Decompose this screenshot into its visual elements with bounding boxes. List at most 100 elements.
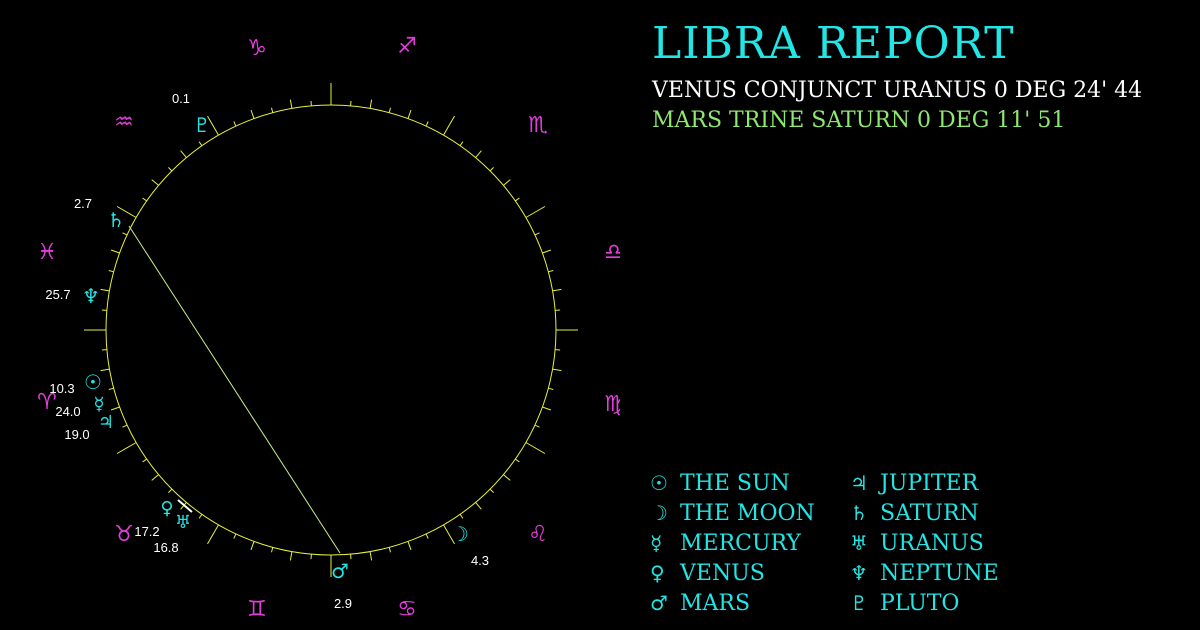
wheel-tick [425,121,429,127]
wheel-tick [425,533,429,539]
venus-degree-label: 17.2 [134,524,159,539]
wheel-tick [489,488,494,493]
wheel-tick [515,458,520,463]
wheel-major-tick [525,442,546,454]
legend-label: JUPITER [880,470,979,496]
wheel-major-tick [443,115,455,136]
mercury-degree-label: 24.0 [55,404,80,419]
moon-icon: ☽ [451,522,469,546]
neptune-degree-label: 25.7 [45,287,70,302]
wheel-major-tick [116,442,137,454]
legend-item-neptune: ♆ NEPTUNE [850,558,999,588]
wheel-tick [250,109,255,119]
pisces-sign-icon: ♓ [37,240,57,265]
wheel-tick [548,270,554,273]
wheel-tick [250,541,255,551]
jupiter-icon: ♃ [98,412,114,433]
wheel-tick [108,387,114,390]
wheel-tick [110,249,120,254]
wheel-tick [475,150,482,158]
wheel-tick [271,547,274,553]
wheel-major-tick [207,524,219,545]
wheel-tick [388,107,391,113]
legend-label: URANUS [880,530,984,556]
mars-icon: ♂ [331,559,349,583]
mars-icon: ♂ [650,591,668,615]
mars-degree-label: 2.9 [334,596,352,611]
uranus-icon: ♅ [850,531,868,555]
wheel-tick [180,150,187,158]
legend-item-uranus: ♅ URANUS [850,528,984,558]
sun-icon: ☉ [650,471,668,495]
wheel-tick [142,197,147,202]
neptune-icon: ♆ [850,561,868,585]
wheel-tick [459,514,464,519]
saturn-degree-label: 2.7 [74,196,92,211]
wheel-tick [515,197,520,202]
legend-item-pluto: ♇ PLUTO [850,588,959,618]
taurus-sign-icon: ♉ [114,522,134,547]
wheel-tick [534,424,540,428]
pluto-degree-label: 0.1 [172,91,190,106]
sagittarius-sign-icon: ♐ [397,34,417,59]
uranus-degree-label: 16.8 [153,540,178,555]
wheel-tick [407,109,412,119]
wheel-tick [475,502,482,510]
scorpio-sign-icon: ♏ [528,113,548,138]
zodiac-wheel-circle [105,104,557,556]
venus-icon: ♀ [160,498,173,519]
uranus-icon: ♅ [175,512,191,533]
wheel-tick [110,406,120,411]
wheel-ticks [84,83,578,577]
mercury-icon: ☿ [650,531,663,555]
wheel-tick [503,474,511,481]
cancer-sign-icon: ♋ [397,597,417,622]
legend-item-sun: ☉ THE SUN [650,468,790,498]
legend-label: MERCURY [680,530,801,556]
capricorn-sign-icon: ♑ [247,36,267,61]
wheel-tick [369,551,373,561]
wheel-tick [489,167,494,172]
legend-item-venus: ♀ VENUS [650,558,765,588]
wheel-tick [388,547,391,553]
aquarius-sign-icon: ♒ [114,110,134,135]
pluto-icon: ♇ [193,113,211,137]
virgo-sign-icon: ♍ [604,392,620,417]
wheel-tick [542,249,552,254]
wheel-tick [108,270,114,273]
legend-item-mars: ♂ MARS [650,588,750,618]
wheel-tick [142,458,147,463]
wheel-tick [233,121,237,127]
legend-item-moon: ☽ THE MOON [650,498,815,528]
wheel-tick [369,99,373,109]
wheel-tick [122,232,128,236]
wheel-tick [198,514,203,519]
jupiter-degree-label: 19.0 [64,427,89,442]
legend-label: THE SUN [680,470,790,496]
wheel-tick [151,474,159,481]
legend-item-jupiter: ♃ JUPITER [850,468,978,498]
wheel-tick [542,406,552,411]
legend-label: PLUTO [880,590,960,616]
wheel-tick [289,551,293,561]
aspect-venus-uranus: VENUS CONJUNCT URANUS 0 DEG 24' 44 [652,78,1143,103]
wheel-tick [552,288,562,292]
wheel-tick [271,107,274,113]
wheel-tick [289,99,293,109]
wheel-tick [407,541,412,551]
pluto-icon: ♇ [850,591,868,615]
wheel-tick [198,141,203,146]
wheel-tick [552,368,562,372]
sun-icon: ☉ [84,370,102,394]
libra-sign-icon: ♎ [604,240,620,265]
legend-item-saturn: ♄ SATURN [850,498,979,528]
astrology-wheel: ♑ ♐ ♏ ♎ ♍ ♌ ♋ ♊ ♉ ♈ ♓ ♒ ♇ ♄ ♆ ☉ ☿ ♃ ♀ ♅ … [37,34,620,622]
leo-sign-icon: ♌ [528,522,548,547]
wheel-tick [503,179,511,186]
wheel-tick [122,424,128,428]
legend-label: THE MOON [680,500,815,526]
saturn-icon: ♄ [107,208,125,232]
aspect-mars-saturn: MARS TRINE SATURN 0 DEG 11' 51 [652,108,1066,133]
moon-icon: ☽ [650,501,668,525]
wheel-tick [168,167,173,172]
